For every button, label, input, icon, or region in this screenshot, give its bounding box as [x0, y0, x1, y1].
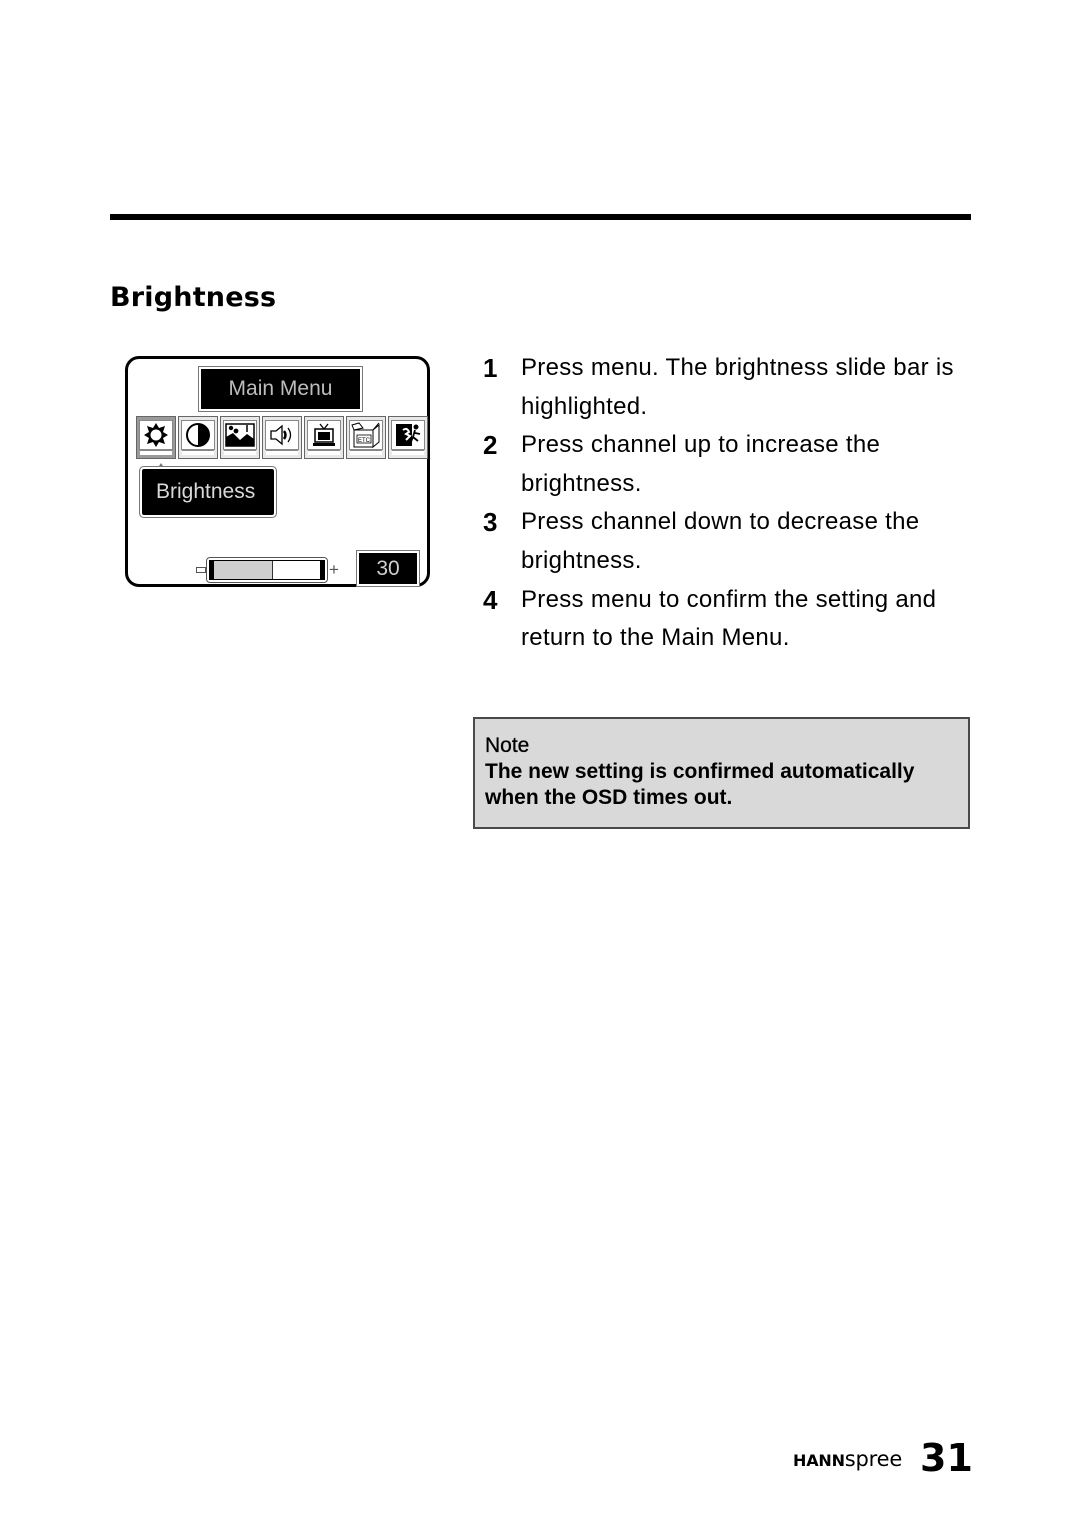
step-number: 3 [483, 507, 498, 538]
tv-icon [311, 423, 337, 447]
note-title: Note [485, 734, 530, 757]
brand-logo: HANNspree [793, 1447, 902, 1472]
osd-selected-label: Brightness [140, 467, 276, 517]
osd-icon-etc: ETC [346, 416, 386, 459]
osd-illustration: Main Menu ETC Brightness + 30 [125, 356, 430, 587]
step-text: Press menu. The brightness slide bar is … [521, 354, 954, 420]
step-text: Press menu to confirm the setting and re… [521, 585, 937, 652]
osd-icon-audio [262, 416, 302, 459]
osd-icon-exit [388, 416, 428, 459]
step-number: 4 [483, 584, 498, 615]
audio-icon [268, 423, 296, 447]
step-item: 4 Press menu to confirm the setting and r… [483, 581, 973, 658]
contrast-icon [185, 422, 211, 448]
osd-icon-brightness [136, 416, 176, 459]
section-title: Brightness [110, 282, 277, 313]
step-item: 3 Press channel down to decrease the brig… [483, 503, 973, 580]
slider-plus-icon: + [329, 560, 339, 579]
step-item: 1 Press menu. The brightness slide bar is… [483, 349, 973, 426]
instruction-steps: 1 Press menu. The brightness slide bar is… [483, 349, 973, 658]
page-number: 31 [920, 1436, 973, 1480]
step-text: Press channel down to decrease the brigh… [521, 508, 920, 574]
step-number: 2 [483, 430, 498, 461]
picture-icon [225, 423, 255, 447]
step-item: 2 Press channel up to increase the bright… [483, 426, 973, 503]
slider-minus-icon [196, 567, 206, 573]
slider-fill [214, 561, 273, 579]
osd-icon-picture [220, 416, 260, 459]
exit-icon [394, 422, 422, 448]
brightness-slider [206, 557, 328, 583]
osd-icon-row: ETC [136, 416, 428, 459]
osd-icon-contrast [178, 416, 218, 459]
brand-light: spree [844, 1447, 903, 1471]
step-text: Press channel up to increase the brightn… [521, 431, 881, 497]
step-number: 1 [483, 353, 498, 383]
osd-icon-tv [304, 416, 344, 459]
note-box: Note The new setting is confirmed automa… [473, 717, 970, 829]
brightness-icon [143, 422, 169, 448]
osd-main-menu-title: Main Menu [199, 367, 362, 411]
etc-icon: ETC [351, 422, 381, 448]
note-text: The new setting is confirmed automatical… [485, 760, 915, 809]
brand-bold: HANN [793, 1451, 845, 1470]
top-rule [110, 214, 971, 220]
slider-value: 30 [357, 551, 419, 586]
svg-text:ETC: ETC [358, 438, 371, 444]
